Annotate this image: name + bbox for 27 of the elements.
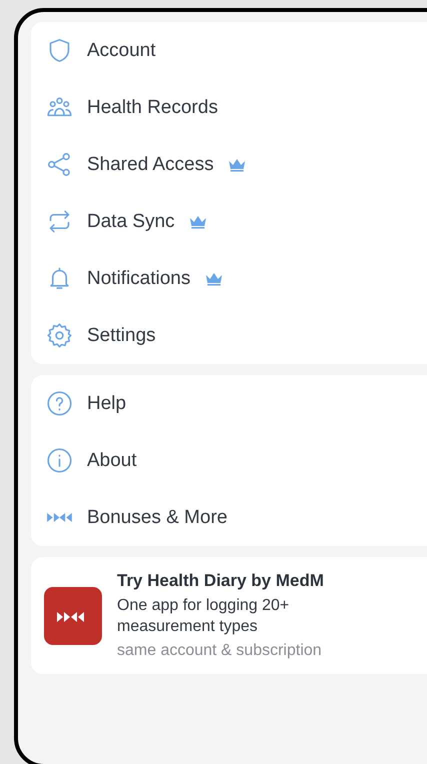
menu-item[interactable]: Shared Access: [31, 136, 427, 193]
menu-label: Help: [87, 392, 126, 414]
promo-note: same account & subscription: [117, 642, 323, 660]
menu-label: About: [87, 450, 137, 472]
menu-item[interactable]: Health Records: [31, 79, 427, 136]
menu-label: Shared Access: [87, 154, 214, 176]
menu-item[interactable]: Data Sync: [31, 193, 427, 250]
menu-label: Health Records: [87, 96, 218, 118]
menu-item[interactable]: Help: [31, 375, 427, 432]
menu-item[interactable]: Notifications: [31, 250, 427, 307]
settings-icon: [46, 322, 73, 349]
menu-item[interactable]: Bonuses & More: [31, 489, 427, 546]
share-icon: [46, 151, 73, 178]
app-logo-icon: [44, 586, 102, 644]
menu-label: Data Sync: [87, 210, 175, 232]
menu-item[interactable]: About: [31, 432, 427, 489]
menu-label: Account: [87, 40, 156, 62]
menu-label: Notifications: [87, 268, 190, 290]
promo-title: Try Health Diary by MedM: [117, 571, 325, 591]
menu-item[interactable]: Account: [31, 22, 427, 79]
menu-label: Settings: [87, 324, 156, 346]
promo-description: One app for logging 20+ measurement types: [117, 596, 290, 637]
help-icon: [46, 390, 73, 417]
menu-label: Bonuses & More: [87, 506, 228, 528]
promo-card[interactable]: Try Health Diary by MedM One app for logging 20+ measurement types same account & subscription: [31, 557, 427, 674]
menu-item[interactable]: Settings: [31, 307, 427, 364]
info-icon: [46, 447, 73, 474]
